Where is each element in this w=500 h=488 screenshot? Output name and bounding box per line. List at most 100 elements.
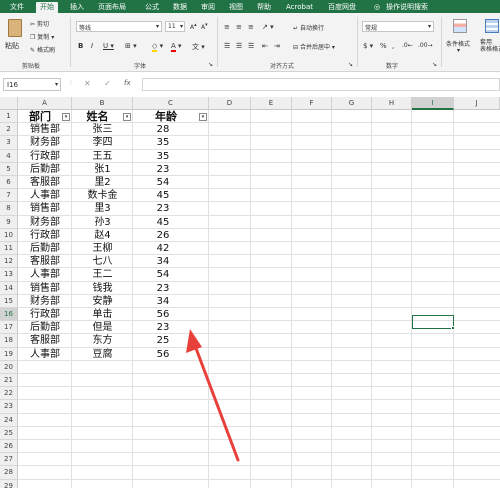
align-bottom-icon[interactable]: ≡ [248,23,254,31]
column-header-i[interactable]: I [412,97,454,110]
table-cell[interactable]: 23 [133,163,209,176]
tab-formulas[interactable]: 公式 [145,2,159,13]
currency-icon[interactable]: $ ▾ [363,42,373,50]
table-cell[interactable]: 35 [133,136,209,149]
copy-button[interactable]: ❐ 复制 ▾ [30,32,54,41]
table-cell[interactable]: 客服部 [18,176,72,189]
table-cell[interactable]: 人事部 [18,189,72,202]
table-cell[interactable]: 安静 [72,295,133,308]
underline-button[interactable]: U ▾ [103,42,114,50]
table-cell[interactable]: 23 [133,202,209,215]
column-header-j[interactable]: J [454,97,500,110]
dialog-launcher-icon[interactable]: ↘ [432,61,437,68]
spreadsheet-grid[interactable]: A B C D E F G H I J 1 2 3 4 5 6 7 8 9 10 11 12 13 14 1… [0,97,500,488]
row-header[interactable]: 21 [0,374,18,388]
table-cell[interactable]: 34 [133,255,209,268]
fill-color-icon[interactable]: ◇ ▾ [152,42,163,52]
filter-dropdown-icon[interactable]: ▾ [62,113,70,121]
align-right-icon[interactable]: ☰ [248,42,254,50]
tab-review[interactable]: 审阅 [201,2,215,13]
row-header[interactable]: 29 [0,479,18,488]
table-cell[interactable]: 行政部 [18,229,72,242]
column-header-e[interactable]: E [251,97,292,110]
row-header[interactable]: 11 [0,242,18,256]
table-cell[interactable]: 28 [133,123,209,136]
tab-view[interactable]: 视图 [229,2,243,13]
increase-indent-icon[interactable]: ⇥ [274,42,280,50]
lightbulb-icon[interactable]: ◎ [374,2,380,13]
insert-function-icon[interactable]: fx [124,79,131,87]
border-icon[interactable]: ⊞ ▾ [125,42,137,50]
table-cell[interactable]: 销售部 [18,282,72,295]
table-cell[interactable]: 王柳 [72,242,133,255]
row-header[interactable]: 3 [0,136,18,150]
table-cell[interactable]: 后勤部 [18,242,72,255]
tab-page-layout[interactable]: 页面布局 [98,2,126,13]
table-cell[interactable]: 客服部 [18,334,72,347]
enter-icon[interactable]: ✓ [104,79,111,88]
align-left-icon[interactable]: ☰ [224,42,230,50]
increase-font-icon[interactable]: A▴ [190,22,197,31]
table-cell[interactable]: 王二 [72,268,133,281]
row-header[interactable]: 4 [0,149,18,163]
row-header[interactable]: 6 [0,176,18,190]
row-header[interactable]: 19 [0,347,18,361]
row-header[interactable]: 26 [0,440,18,454]
filter-dropdown-icon[interactable]: ▾ [123,113,131,121]
row-header[interactable]: 13 [0,268,18,282]
align-top-icon[interactable]: ≡ [224,23,230,31]
number-format-select[interactable]: 常规 ▾ [362,21,434,32]
orientation-icon[interactable]: ↗ ▾ [262,23,274,31]
table-cell[interactable]: 财务部 [18,295,72,308]
paste-button[interactable]: 粘贴 [4,17,26,57]
align-middle-icon[interactable]: ≡ [236,23,242,31]
decrease-font-icon[interactable]: A▾ [201,22,208,31]
table-cell[interactable]: 张三 [72,123,133,136]
table-cell[interactable]: 56 [133,308,209,321]
table-cell[interactable]: 李四 [72,136,133,149]
tab-data[interactable]: 数据 [173,2,187,13]
filter-dropdown-icon[interactable]: ▾ [199,113,207,121]
font-name-select[interactable]: 等线 ▾ [76,21,162,32]
comma-style-icon[interactable]: , [392,42,394,50]
table-cell[interactable]: 里3 [72,202,133,215]
table-cell[interactable]: 54 [133,176,209,189]
table-cell[interactable]: 单击 [72,308,133,321]
italic-button[interactable]: I [91,42,93,50]
tab-file[interactable]: 文件 [10,2,24,13]
table-cell[interactable]: 45 [133,189,209,202]
wrap-text-button[interactable]: ↵ 自动换行 [293,23,324,32]
row-header[interactable]: 24 [0,413,18,427]
cut-button[interactable]: ✂ 剪切 [30,19,49,28]
column-header-b[interactable]: B [72,97,133,110]
format-as-table-button[interactable]: 套用 表格格式 [480,17,500,57]
table-cell[interactable]: 34 [133,295,209,308]
align-center-icon[interactable]: ☰ [236,42,242,50]
name-box[interactable]: I16 ▾ [3,78,61,91]
row-header[interactable]: 23 [0,400,18,414]
table-cell[interactable]: 孙3 [72,216,133,229]
row-header[interactable]: 10 [0,228,18,242]
tab-help[interactable]: 帮助 [257,2,271,13]
table-cell[interactable]: 张1 [72,163,133,176]
table-cell[interactable]: 东方 [72,334,133,347]
table-cell[interactable]: 豆腐 [72,348,133,361]
phonetic-icon[interactable]: 文 ▾ [192,42,205,52]
table-cell[interactable]: 54 [133,268,209,281]
row-header[interactable]: 22 [0,387,18,401]
table-cell[interactable]: 销售部 [18,123,72,136]
table-cell[interactable]: 42 [133,242,209,255]
merge-center-button[interactable]: ⊟ 合并后居中 ▾ [293,42,335,51]
row-header[interactable]: 18 [0,334,18,348]
select-all-corner[interactable] [0,97,18,110]
table-cell[interactable]: 钱我 [72,282,133,295]
bold-button[interactable]: B [78,42,83,50]
header-cell[interactable]: 年龄 [133,110,209,123]
row-header[interactable]: 15 [0,294,18,308]
column-header-a[interactable]: A [18,97,72,110]
table-cell[interactable]: 七八 [72,255,133,268]
table-cell[interactable]: 23 [133,282,209,295]
row-header[interactable]: 1 [0,110,18,124]
percent-icon[interactable]: % [380,42,387,50]
tab-home[interactable]: 开始 [36,2,58,13]
